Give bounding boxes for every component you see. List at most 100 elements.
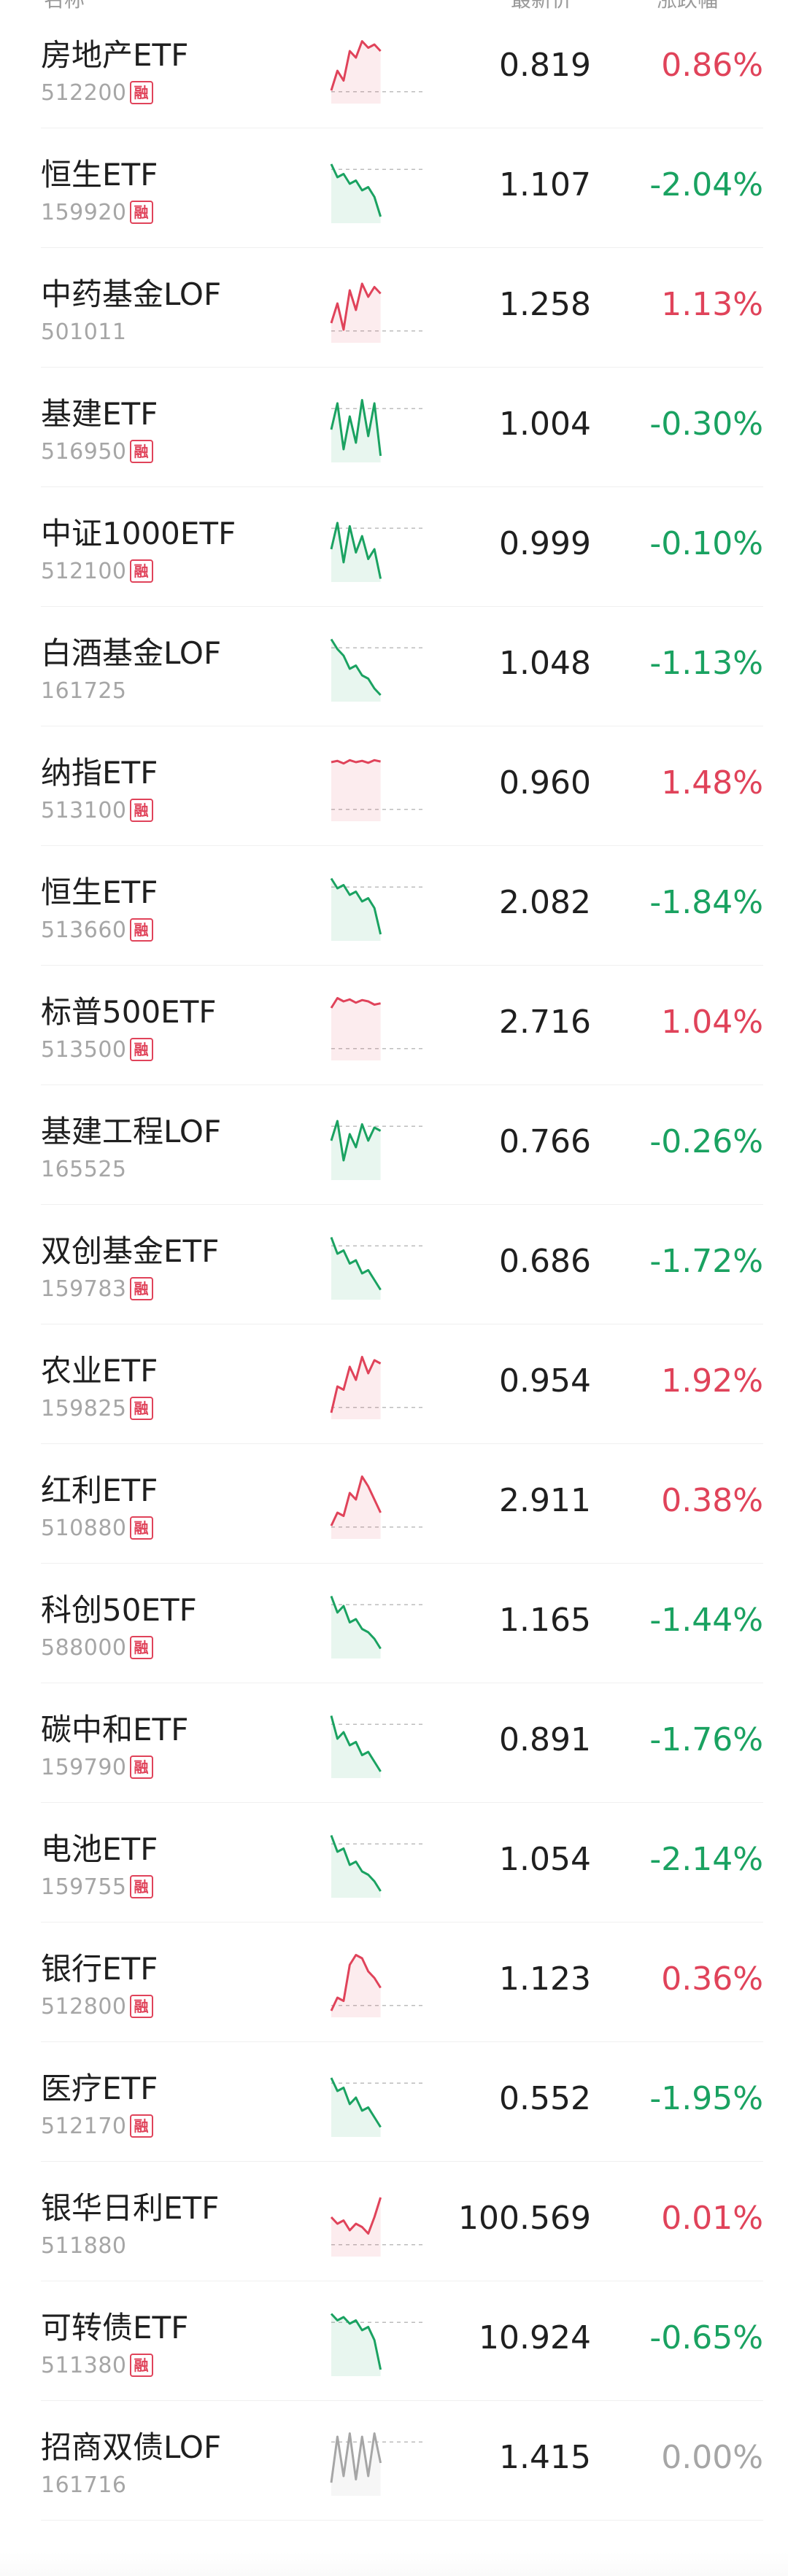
- change-percent: 0.01%: [661, 2200, 763, 2237]
- etf-code: 165525: [41, 1156, 127, 1182]
- sparkline-chart: [330, 1356, 426, 1419]
- etf-name: 农业ETF: [41, 1353, 158, 1389]
- etf-code: 159825: [41, 1395, 127, 1421]
- code-line: 501011: [41, 319, 127, 345]
- etf-row[interactable]: 中证1000ETF 512100 融 0.999 -0.10%: [41, 487, 763, 607]
- code-line: 159755 融: [41, 1874, 153, 1900]
- etf-row[interactable]: 基建ETF 516950 融 1.004 -0.30%: [41, 368, 763, 487]
- etf-code: 159790: [41, 1754, 127, 1780]
- sparkline-chart: [330, 2197, 426, 2257]
- sparkline-chart: [330, 1120, 426, 1180]
- etf-row[interactable]: 房地产ETF 512200 融 0.819 0.86%: [41, 9, 763, 128]
- etf-row[interactable]: 银华日利ETF 511880 100.569 0.01%: [41, 2162, 763, 2281]
- etf-code: 511880: [41, 2232, 127, 2259]
- sparkline-chart: [330, 1715, 426, 1778]
- etf-code: 511380: [41, 2352, 127, 2378]
- margin-badge: 融: [129, 799, 153, 822]
- etf-name: 房地产ETF: [41, 37, 189, 73]
- etf-name: 科创50ETF: [41, 1592, 197, 1628]
- etf-row[interactable]: 医疗ETF 512170 融 0.552 -1.95%: [41, 2042, 763, 2162]
- etf-row[interactable]: 基建工程LOF 165525 0.766 -0.26%: [41, 1085, 763, 1205]
- sparkline-chart: [330, 1595, 426, 1659]
- etf-row[interactable]: 红利ETF 510880 融 2.911 0.38%: [41, 1444, 763, 1564]
- etf-name: 纳指ETF: [41, 755, 158, 791]
- etf-row[interactable]: 标普500ETF 513500 融 2.716 1.04%: [41, 966, 763, 1085]
- list-header: 名称 最新价 涨跌幅: [0, 0, 788, 9]
- etf-code: 159783: [41, 1276, 127, 1302]
- sparkline-chart: [330, 1954, 426, 2017]
- etf-row[interactable]: 银行ETF 512800 融 1.123 0.36%: [41, 1923, 763, 2042]
- etf-row[interactable]: 科创50ETF 588000 融 1.165 -1.44%: [41, 1564, 763, 1683]
- change-percent: 1.48%: [661, 764, 763, 802]
- etf-row[interactable]: 电池ETF 159755 融 1.054 -2.14%: [41, 1803, 763, 1923]
- change-percent: -1.72%: [649, 1243, 763, 1280]
- header-price[interactable]: 最新价: [511, 0, 572, 9]
- sparkline-chart: [330, 163, 426, 223]
- change-percent: -0.10%: [649, 525, 763, 562]
- sparkline-area: [331, 1596, 381, 1659]
- latest-price: 1.107: [499, 166, 591, 203]
- margin-badge: 融: [129, 1516, 153, 1540]
- etf-row[interactable]: 恒生ETF 513660 融 2.082 -1.84%: [41, 846, 763, 966]
- margin-badge: 融: [129, 440, 153, 463]
- change-percent: 1.04%: [661, 1004, 763, 1041]
- etf-name: 恒生ETF: [41, 157, 158, 193]
- code-line: 510880 融: [41, 1515, 153, 1541]
- etf-code: 512170: [41, 2113, 127, 2139]
- margin-badge: 融: [129, 2114, 153, 2138]
- code-line: 161725: [41, 678, 127, 704]
- change-percent: -2.14%: [649, 1841, 763, 1878]
- margin-badge: 融: [129, 1397, 153, 1420]
- sparkline-area: [331, 639, 381, 702]
- code-line: 159790 融: [41, 1754, 153, 1780]
- etf-row[interactable]: 双创基金ETF 159783 融 0.686 -1.72%: [41, 1205, 763, 1324]
- margin-badge: 融: [129, 81, 153, 104]
- latest-price: 1.165: [499, 1602, 591, 1639]
- etf-code: 512100: [41, 558, 127, 584]
- etf-name: 银华日利ETF: [41, 2190, 220, 2226]
- sparkline-area: [331, 2197, 381, 2257]
- etf-name: 红利ETF: [41, 1473, 158, 1508]
- margin-badge: 融: [129, 1875, 153, 1898]
- latest-price: 0.960: [499, 764, 591, 802]
- latest-price: 1.054: [499, 1841, 591, 1878]
- etf-code: 513100: [41, 797, 127, 823]
- latest-price: 10.924: [479, 2319, 591, 2356]
- latest-price: 0.686: [499, 1243, 591, 1280]
- etf-code: 161716: [41, 2472, 127, 2498]
- header-change[interactable]: 涨跌幅: [657, 0, 718, 9]
- etf-row[interactable]: 可转债ETF 511380 融 10.924 -0.65%: [41, 2281, 763, 2401]
- sparkline-chart: [330, 997, 426, 1060]
- etf-name: 可转债ETF: [41, 2310, 189, 2346]
- etf-name: 银行ETF: [41, 1951, 158, 1987]
- code-line: 516950 融: [41, 438, 153, 465]
- etf-code: 516950: [41, 438, 127, 465]
- code-line: 513660 融: [41, 917, 153, 943]
- etf-row[interactable]: 中药基金LOF 501011 1.258 1.13%: [41, 248, 763, 368]
- change-percent: -0.30%: [649, 406, 763, 443]
- etf-row[interactable]: 恒生ETF 159920 融 1.107 -2.04%: [41, 128, 763, 248]
- change-percent: 0.36%: [661, 1960, 763, 1998]
- etf-code: 161725: [41, 678, 127, 704]
- etf-row[interactable]: 白酒基金LOF 161725 1.048 -1.13%: [41, 607, 763, 726]
- sparkline-area: [331, 2313, 381, 2376]
- etf-row[interactable]: 招商双债LOF 161716 1.415 0.00%: [41, 2401, 763, 2521]
- latest-price: 100.569: [458, 2200, 591, 2237]
- etf-name: 基建工程LOF: [41, 1114, 222, 1149]
- code-line: 161716: [41, 2472, 127, 2498]
- sparkline-area: [331, 1715, 381, 1778]
- etf-code: 510880: [41, 1515, 127, 1541]
- code-line: 159783 融: [41, 1276, 153, 1302]
- etf-code: 512800: [41, 1993, 127, 2020]
- sparkline-chart: [330, 521, 426, 582]
- etf-row[interactable]: 纳指ETF 513100 融 0.960 1.48%: [41, 726, 763, 846]
- latest-price: 1.258: [499, 286, 591, 323]
- change-percent: -1.44%: [649, 1602, 763, 1639]
- etf-row[interactable]: 碳中和ETF 159790 融 0.891 -1.76%: [41, 1683, 763, 1803]
- latest-price: 0.999: [499, 525, 591, 562]
- etf-row[interactable]: 农业ETF 159825 融 0.954 1.92%: [41, 1324, 763, 1444]
- header-name: 名称: [44, 0, 85, 9]
- margin-badge: 融: [129, 1277, 153, 1300]
- sparkline-chart: [330, 1475, 426, 1539]
- code-line: 513100 融: [41, 797, 153, 823]
